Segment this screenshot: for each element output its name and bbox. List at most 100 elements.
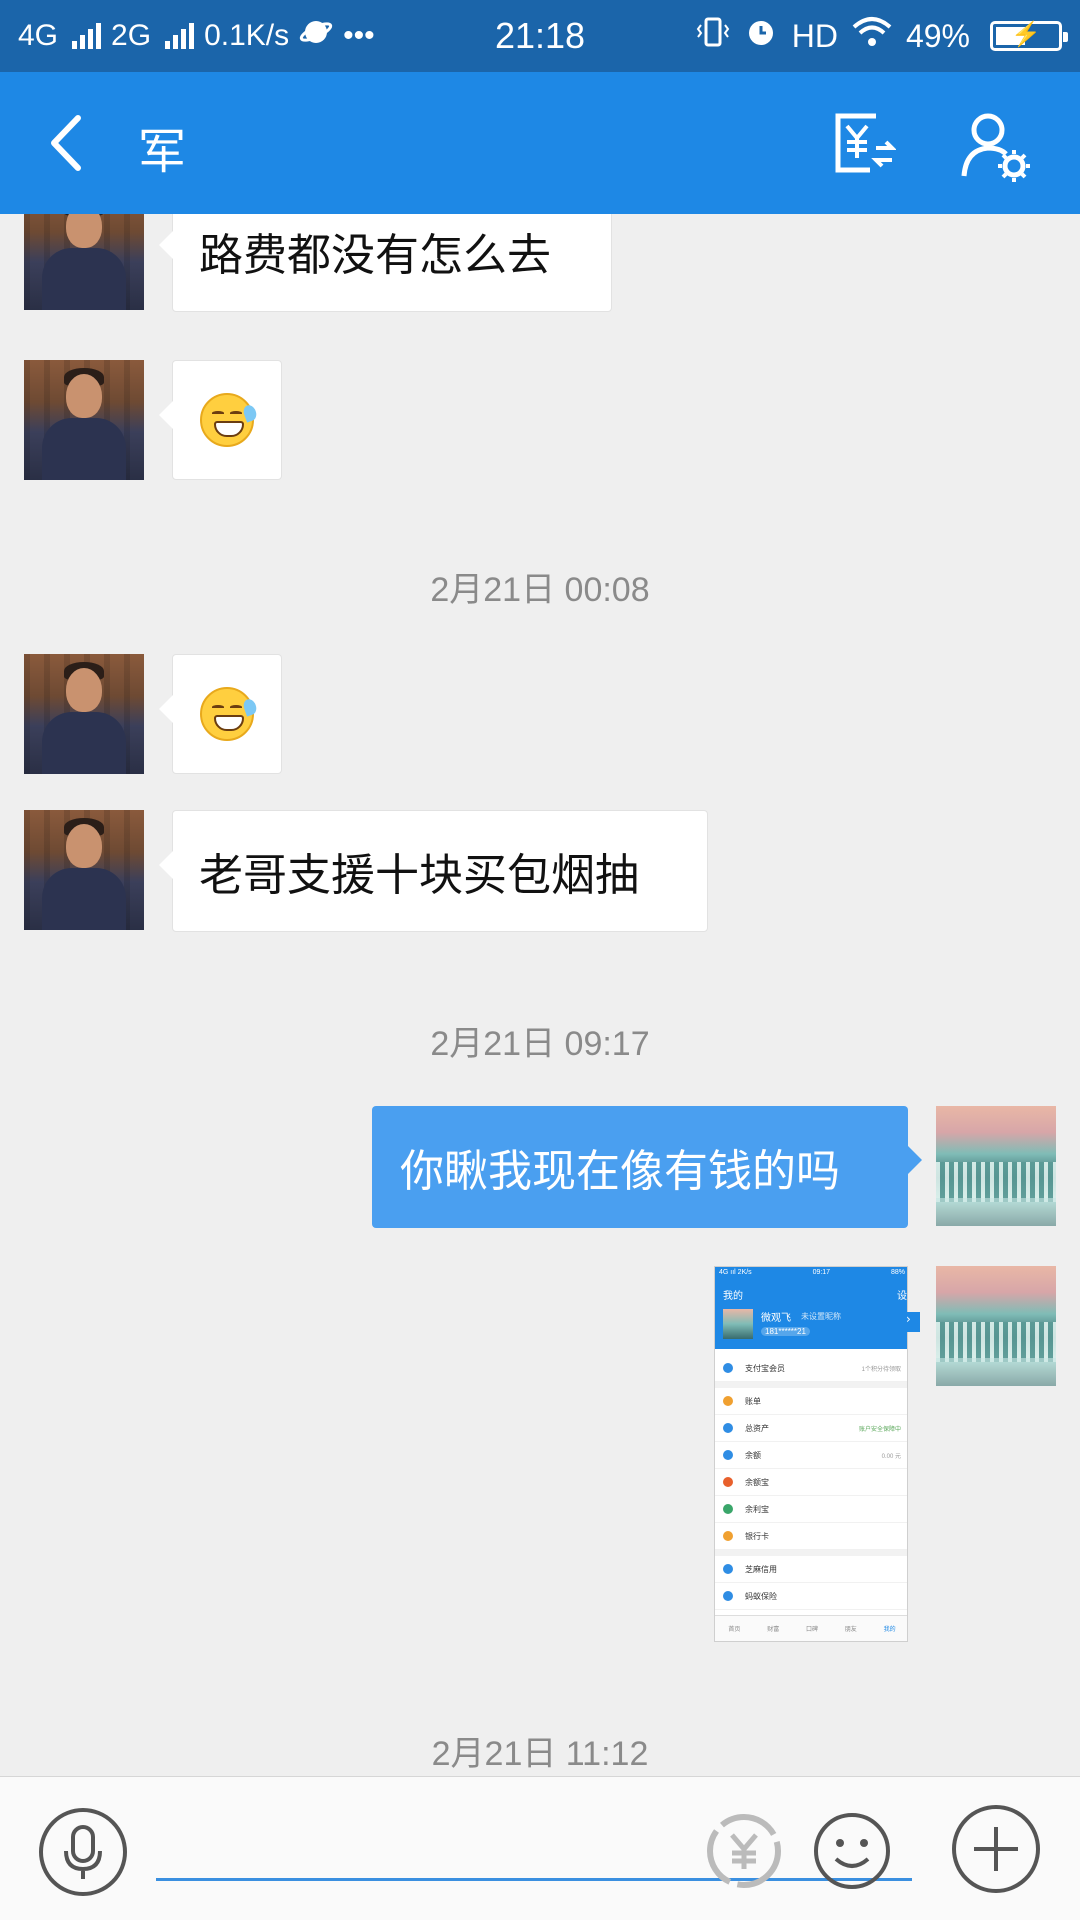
- message-row: 4G ııl 2K/s 09:17 88% 我的 设 微观飞 未设置昵称 181…: [0, 1266, 1080, 1642]
- message-list[interactable]: 路费都没有怎么去 2月21日 00:08 老哥支援十块买包烟抽 2月21日 09…: [0, 214, 1080, 1776]
- network-1-label: 4G: [18, 19, 59, 52]
- yuan-coin-icon: [707, 1814, 781, 1888]
- message-text: 你瞅我现在像有钱的吗: [400, 1146, 840, 1197]
- screenshot-menu-item: 总资产 账户安全保障中: [715, 1415, 907, 1442]
- screenshot-phone: 181******21: [761, 1327, 810, 1336]
- charging-bolt-icon: ⚡: [1011, 21, 1041, 48]
- screenshot-menu-item: 银行卡: [715, 1523, 907, 1550]
- image-message[interactable]: 4G ııl 2K/s 09:17 88% 我的 设 微观飞 未设置昵称 181…: [714, 1266, 908, 1642]
- screenshot-menu-item: 支付宝会员 1个积分待领取: [715, 1355, 907, 1382]
- message-row: 你瞅我现在像有钱的吗: [0, 1106, 1080, 1228]
- menu-item-icon: [723, 1591, 733, 1601]
- friend-avatar[interactable]: [24, 360, 144, 480]
- battery-icon: ⚡: [990, 21, 1068, 51]
- vibrate-icon: [696, 15, 730, 57]
- screenshot-avatar: [723, 1309, 753, 1339]
- message-bubble[interactable]: 路费都没有怎么去: [159, 214, 612, 312]
- menu-item-label: 芝麻信用: [745, 1564, 777, 1574]
- screenshot-menu-item: 账单: [715, 1388, 907, 1415]
- back-button[interactable]: [40, 108, 110, 178]
- message-row: 老哥支援十块买包烟抽: [0, 810, 1080, 932]
- menu-item-label: 银行卡: [745, 1531, 769, 1541]
- signal-icon: [72, 23, 102, 49]
- screenshot-title: 我的: [723, 1291, 743, 1302]
- emoji-bubble[interactable]: [159, 654, 282, 774]
- menu-item-icon: [723, 1396, 733, 1406]
- friend-avatar[interactable]: [24, 654, 144, 774]
- menu-item-label: 蚂蚁保险: [745, 1591, 777, 1601]
- message-row: [0, 360, 1080, 482]
- screenshot-menu-item: 余额宝: [715, 1469, 907, 1496]
- screenshot-tab: 我的: [883, 1627, 896, 1633]
- menu-item-label: 余额: [745, 1450, 761, 1460]
- screenshot-tabbar: 首页 财富 口碑 朋友 我的: [715, 1615, 907, 1641]
- menu-item-icon: [723, 1363, 733, 1373]
- screenshot-nickname: 未设置昵称: [801, 1312, 841, 1321]
- screenshot-tab: 首页: [728, 1627, 741, 1633]
- screenshot-tab: 财富: [767, 1627, 780, 1633]
- hd-label: HD: [791, 17, 838, 54]
- menu-item-icon: [723, 1423, 733, 1433]
- menu-item-label: 余利宝: [745, 1504, 769, 1514]
- status-right: HD 49% ⚡: [696, 15, 1068, 57]
- screenshot-menu-item: 芝麻信用: [715, 1556, 907, 1583]
- menu-item-icon: [723, 1531, 733, 1541]
- outgoing-message-bubble[interactable]: 你瞅我现在像有钱的吗: [372, 1106, 922, 1228]
- user-settings-icon: [961, 113, 1030, 182]
- menu-item-icon: [723, 1477, 733, 1487]
- menu-item-detail: 1个积分待领取: [861, 1366, 901, 1373]
- message-text: 路费都没有怎么去: [199, 230, 551, 281]
- smiley-icon: [814, 1813, 890, 1889]
- network-speed: 0.1K/s: [204, 19, 290, 52]
- battery-percent: 49%: [905, 17, 970, 54]
- wifi-icon: [852, 15, 892, 57]
- screenshot-tab: 朋友: [844, 1627, 857, 1633]
- chevron-left-icon: [51, 115, 81, 171]
- friend-avatar[interactable]: [24, 810, 144, 930]
- menu-item-detail: 0.00 元: [881, 1453, 901, 1460]
- emoji-bubble[interactable]: [159, 360, 282, 480]
- signal-icon: [165, 23, 195, 49]
- menu-item-label: 支付宝会员: [745, 1363, 785, 1373]
- friend-avatar[interactable]: [24, 214, 144, 310]
- menu-item-icon: [723, 1450, 733, 1460]
- menu-item-label: 总资产: [745, 1423, 769, 1433]
- network-2-label: 2G: [111, 19, 152, 52]
- transfer-button[interactable]: [830, 110, 897, 176]
- screenshot-status-left: 4G ııl 2K/s: [719, 1269, 752, 1276]
- my-avatar[interactable]: [936, 1106, 1056, 1226]
- voice-button[interactable]: [38, 1807, 128, 1897]
- more-dots: •••: [343, 19, 375, 52]
- screenshot-settings: 设: [897, 1291, 907, 1302]
- menu-item-label: 余额宝: [745, 1477, 769, 1487]
- chat-settings-button[interactable]: [960, 110, 1032, 182]
- chat-title: 军: [138, 124, 187, 180]
- message-bubble[interactable]: 老哥支援十块买包烟抽: [159, 810, 708, 932]
- my-avatar[interactable]: [936, 1266, 1056, 1386]
- menu-item-detail: 账户安全保障中: [858, 1426, 901, 1433]
- microphone-icon: [39, 1808, 127, 1896]
- screenshot-header: 4G ııl 2K/s 09:17 88% 我的 设 微观飞 未设置昵称 181…: [715, 1267, 907, 1349]
- more-actions-button[interactable]: [950, 1803, 1042, 1895]
- screenshot-menu-item: 余利宝: [715, 1496, 907, 1523]
- emoji-button[interactable]: [808, 1807, 896, 1895]
- message-input[interactable]: [156, 1817, 912, 1881]
- status-bar: 4G 2G 0.1K/s ••• 21:18 HD 49% ⚡: [0, 0, 1080, 72]
- screenshot-name: 微观飞: [761, 1313, 791, 1324]
- timestamp: 2月21日 09:17: [430, 1025, 650, 1063]
- menu-item-icon: [723, 1504, 733, 1514]
- menu-item-label: 账单: [745, 1396, 761, 1406]
- alarm-icon: [744, 15, 778, 57]
- menu-item-icon: [723, 1564, 733, 1574]
- status-left: 4G 2G 0.1K/s •••: [18, 15, 375, 57]
- input-bar: [0, 1776, 1080, 1920]
- chevron-right-icon: ›: [906, 1312, 920, 1332]
- message-text: 老哥支援十块买包烟抽: [199, 850, 639, 901]
- red-packet-button[interactable]: [704, 1811, 784, 1891]
- grin-sweat-emoji-icon: [200, 393, 259, 447]
- message-row: 路费都没有怎么去: [0, 214, 1080, 334]
- plus-icon: [952, 1805, 1040, 1893]
- screenshot-status-right: 88%: [890, 1269, 905, 1276]
- timestamp: 2月21日 00:08: [430, 571, 650, 609]
- screenshot-tab: 口碑: [805, 1627, 818, 1633]
